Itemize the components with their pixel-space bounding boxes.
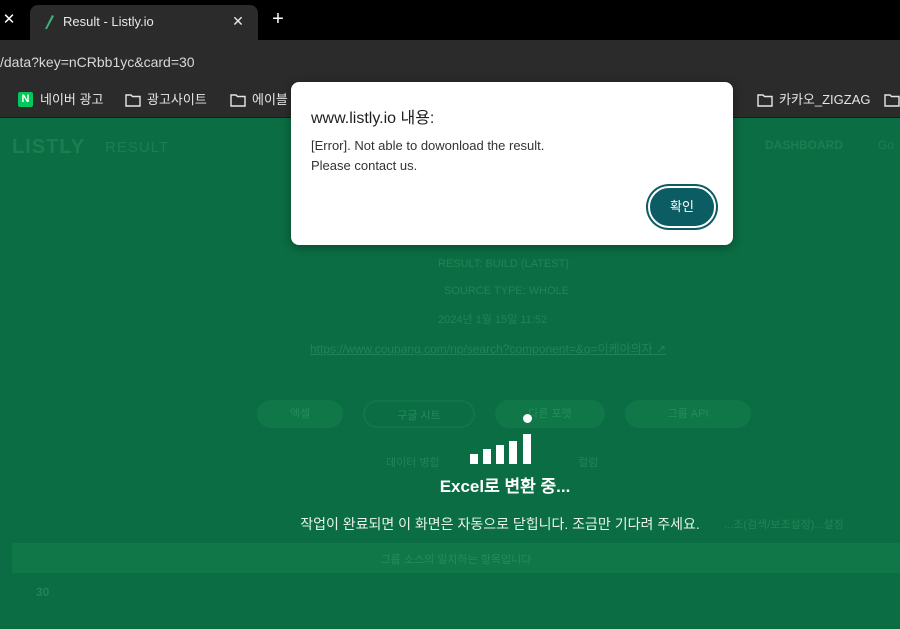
url-input[interactable]: /data?key=nCRbb1yc&card=30 [0, 53, 195, 71]
loader-bar [496, 445, 504, 464]
browser-tab[interactable]: Result - Listly.io ✕ [30, 5, 258, 40]
tab-title: Result - Listly.io [63, 14, 154, 29]
loader-bar [483, 449, 491, 464]
wait-message: 작업이 완료되면 이 화면은 자동으로 닫힙니다. 조금만 기다려 주세요. [300, 516, 700, 532]
ok-button[interactable]: 확인 [648, 186, 716, 228]
listly-favicon-icon [45, 15, 54, 29]
bookmark-able[interactable]: 에이블 [230, 91, 300, 109]
bookmark-folder-more[interactable] [884, 91, 900, 109]
dialog-message: [Error]. Not able to dowonload the resul… [311, 138, 545, 173]
loader-bar [523, 434, 531, 464]
tab-strip: ✕ Result - Listly.io ✕ + [0, 0, 900, 40]
alert-dialog: www.listly.io 내용: [Error]. Not able to d… [291, 82, 733, 245]
loading-status-text: Excel로 변환 중... [439, 477, 571, 496]
dialog-title: www.listly.io 내용: [311, 110, 435, 127]
bookmark-kakao-zigzag[interactable]: 카카오_ZIGZAG [757, 91, 877, 109]
folder-icon [125, 94, 141, 107]
naver-icon: N [18, 92, 33, 107]
close-icon[interactable]: ✕ [0, 8, 18, 32]
folder-icon [230, 94, 246, 107]
loader-bar [509, 441, 517, 464]
loader-dot [523, 414, 532, 423]
address-bar: /data?key=nCRbb1yc&card=30 [0, 40, 900, 82]
loader-bar [470, 454, 478, 464]
signal-loader-icon [466, 414, 536, 464]
bookmark-naver-ad[interactable]: N 네이버 광고 [18, 91, 118, 109]
new-tab-button[interactable]: + [266, 8, 290, 32]
tab-close-icon[interactable]: ✕ [228, 11, 248, 31]
folder-icon [884, 94, 900, 107]
bookmark-ad-sites[interactable]: 광고사이트 [125, 91, 225, 109]
folder-icon [757, 94, 773, 107]
